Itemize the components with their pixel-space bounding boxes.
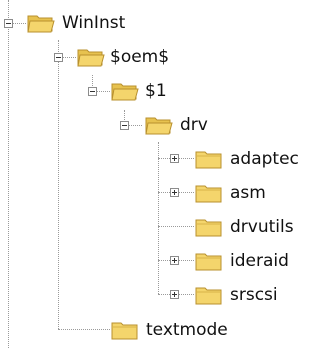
open-folder-icon [27, 15, 55, 33]
tree-node-label[interactable]: drv [180, 113, 208, 137]
tree-connector [158, 226, 194, 227]
folder-icon [195, 253, 222, 271]
tree-node-label[interactable]: srscsi [230, 283, 278, 307]
tree-node-label[interactable]: drvutils [230, 215, 294, 239]
tree-connector [8, 0, 9, 348]
tree-node-label[interactable]: ideraid [230, 249, 289, 273]
folder-icon [195, 151, 222, 169]
folder-icon [195, 185, 222, 203]
collapse-toggle[interactable] [54, 53, 63, 62]
expand-toggle[interactable] [170, 154, 179, 163]
tree-connector [58, 62, 59, 329]
folder-icon [111, 322, 138, 340]
collapse-toggle[interactable] [120, 121, 129, 130]
expand-toggle[interactable] [170, 290, 179, 299]
tree-node-label[interactable]: adaptec [230, 147, 299, 171]
folder-icon [195, 219, 222, 237]
tree-node-label[interactable]: $oem$ [110, 45, 169, 69]
folder-tree: WinInst $oem$ $1 drv adaptec asm drvutil… [0, 0, 316, 348]
tree-node-label[interactable]: asm [230, 181, 266, 205]
open-folder-icon [111, 83, 139, 101]
tree-node-label[interactable]: textmode [146, 318, 228, 342]
open-folder-icon [145, 117, 173, 135]
tree-connector [58, 329, 110, 330]
expand-toggle[interactable] [170, 256, 179, 265]
folder-icon [195, 287, 222, 305]
open-folder-icon [77, 49, 105, 67]
tree-node-label[interactable]: WinInst [62, 11, 125, 35]
expand-toggle[interactable] [170, 188, 179, 197]
tree-connector [158, 142, 159, 294]
collapse-toggle[interactable] [88, 87, 97, 96]
collapse-toggle[interactable] [4, 19, 13, 28]
tree-node-label[interactable]: $1 [145, 79, 167, 103]
